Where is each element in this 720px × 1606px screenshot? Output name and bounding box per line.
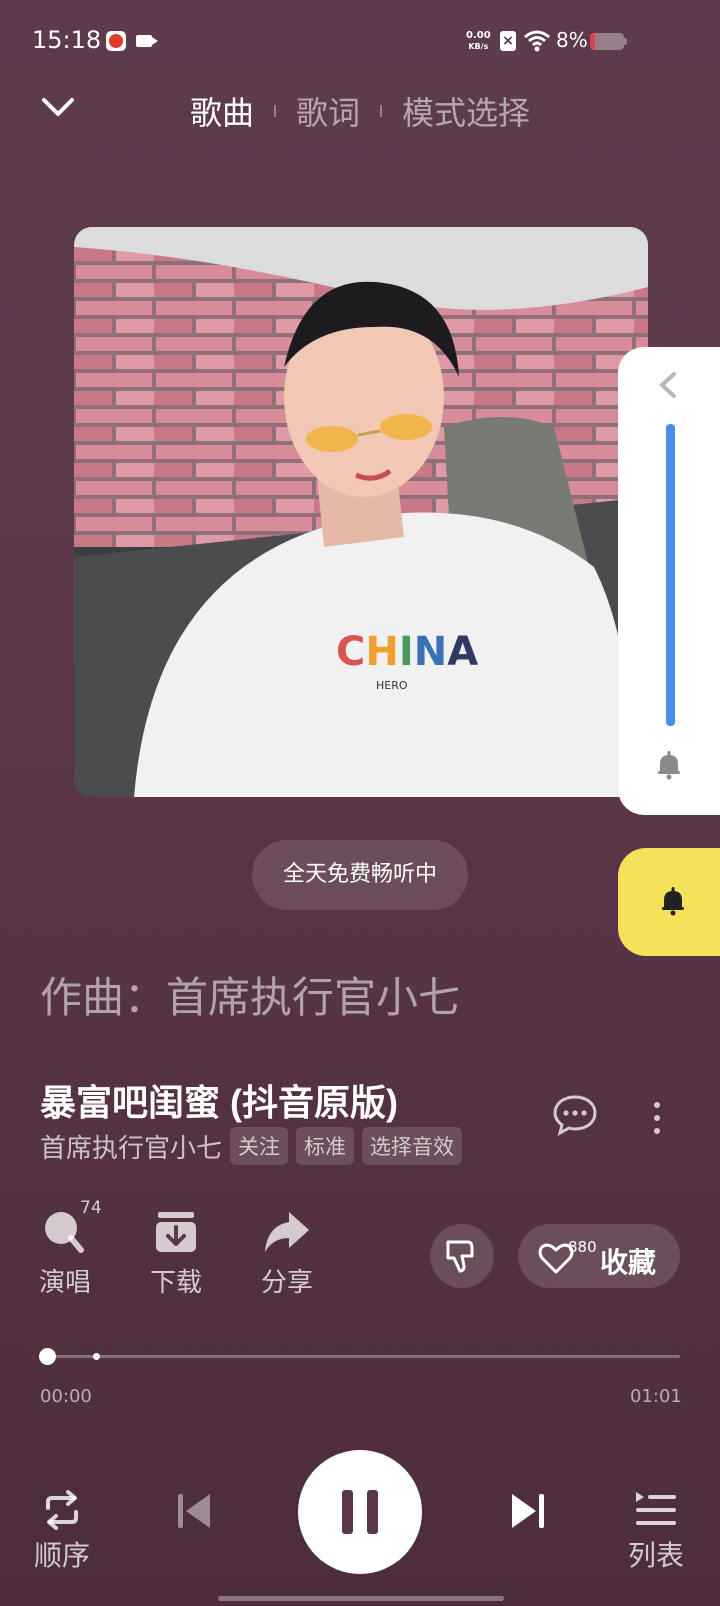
tab-divider [274, 105, 277, 117]
microphone-icon [45, 1212, 84, 1253]
dislike-button[interactable] [430, 1224, 494, 1288]
bell-icon [662, 887, 684, 916]
shirt-letter: N [414, 629, 447, 675]
lyric-line[interactable]: 作曲：首席执行官小七 [40, 964, 460, 1025]
pause-bar [367, 1490, 378, 1534]
tab-song[interactable]: 歌曲 [190, 88, 254, 134]
share-button[interactable]: 分享 [242, 1210, 332, 1299]
song-title[interactable]: 暴富吧闺蜜 (抖音原版) [40, 1074, 398, 1126]
playlist-label: 列表 [628, 1539, 685, 1572]
chevron-left-icon[interactable] [656, 370, 680, 400]
ringtone-button[interactable] [618, 848, 720, 956]
current-time: 00:00 [40, 1386, 92, 1407]
sing-button[interactable]: 演唱 [20, 1210, 110, 1299]
total-time: 01:01 [630, 1386, 682, 1407]
sing-label: 演唱 [38, 1268, 91, 1298]
battery-icon [590, 33, 627, 50]
status-time: 15:18 [32, 26, 102, 54]
playlist-button[interactable]: 列表 [628, 1490, 684, 1574]
quality-tag[interactable]: 标准 [296, 1127, 355, 1165]
share-label: 分享 [260, 1268, 313, 1298]
shirt-letter: A [447, 629, 478, 675]
progress-track[interactable] [48, 1355, 680, 1358]
pause-button[interactable] [298, 1450, 422, 1574]
shirt-subtext: HERO [376, 679, 408, 692]
tab-mode-select[interactable]: 模式选择 [402, 88, 530, 134]
download-label: 下载 [149, 1268, 202, 1298]
buffer-marker [93, 1353, 100, 1360]
volume-slider[interactable] [666, 424, 675, 726]
svg-text:CHINA: CHINA [336, 629, 478, 675]
free-listening-banner[interactable]: 全天免费畅听中 [252, 840, 468, 910]
download-button[interactable]: 下载 [131, 1210, 221, 1299]
artist-name[interactable]: 首席执行官小七 [40, 1128, 222, 1165]
share-arrow-icon [265, 1212, 309, 1252]
next-icon[interactable] [508, 1492, 546, 1530]
download-icon [156, 1212, 196, 1252]
follow-tag[interactable]: 关注 [230, 1127, 289, 1165]
progress-knob[interactable] [39, 1348, 56, 1365]
tab-divider [380, 105, 383, 117]
top-tabs: 歌曲 歌词 模式选择 [190, 88, 530, 134]
bell-icon [658, 751, 680, 780]
play-mode-button[interactable]: 顺序 [34, 1490, 90, 1574]
tab-lyrics[interactable]: 歌词 [296, 88, 360, 134]
collect-label: 收藏 [600, 1246, 657, 1279]
more-vertical-icon[interactable] [650, 1100, 664, 1136]
video-camera-icon [136, 35, 158, 47]
playlist-icon [636, 1492, 676, 1525]
app-notification-icon [106, 31, 126, 51]
battery-percent: 8% [556, 28, 588, 52]
home-indicator[interactable] [218, 1596, 504, 1601]
album-art[interactable]: CHINA HERO [74, 227, 648, 797]
repeat-icon [46, 1490, 78, 1530]
collapse-chevron-icon[interactable] [40, 92, 76, 122]
play-mode-label: 顺序 [34, 1539, 91, 1572]
artist-row: 首席执行官小七 关注 标准 选择音效 [40, 1127, 470, 1165]
pause-bar [342, 1490, 353, 1534]
wifi-icon [524, 30, 550, 52]
shirt-letter: C [336, 629, 365, 675]
thumbs-down-icon [446, 1240, 474, 1273]
network-speed: 0.00 KB/s [466, 30, 491, 51]
previous-icon[interactable] [176, 1492, 214, 1530]
no-sim-icon: × [500, 31, 516, 51]
shirt-letter: H [365, 629, 398, 675]
shirt-letter: I [399, 629, 414, 675]
collect-count: 880 [568, 1238, 597, 1256]
comment-icon[interactable] [552, 1094, 598, 1136]
sound-effect-tag[interactable]: 选择音效 [362, 1127, 463, 1165]
